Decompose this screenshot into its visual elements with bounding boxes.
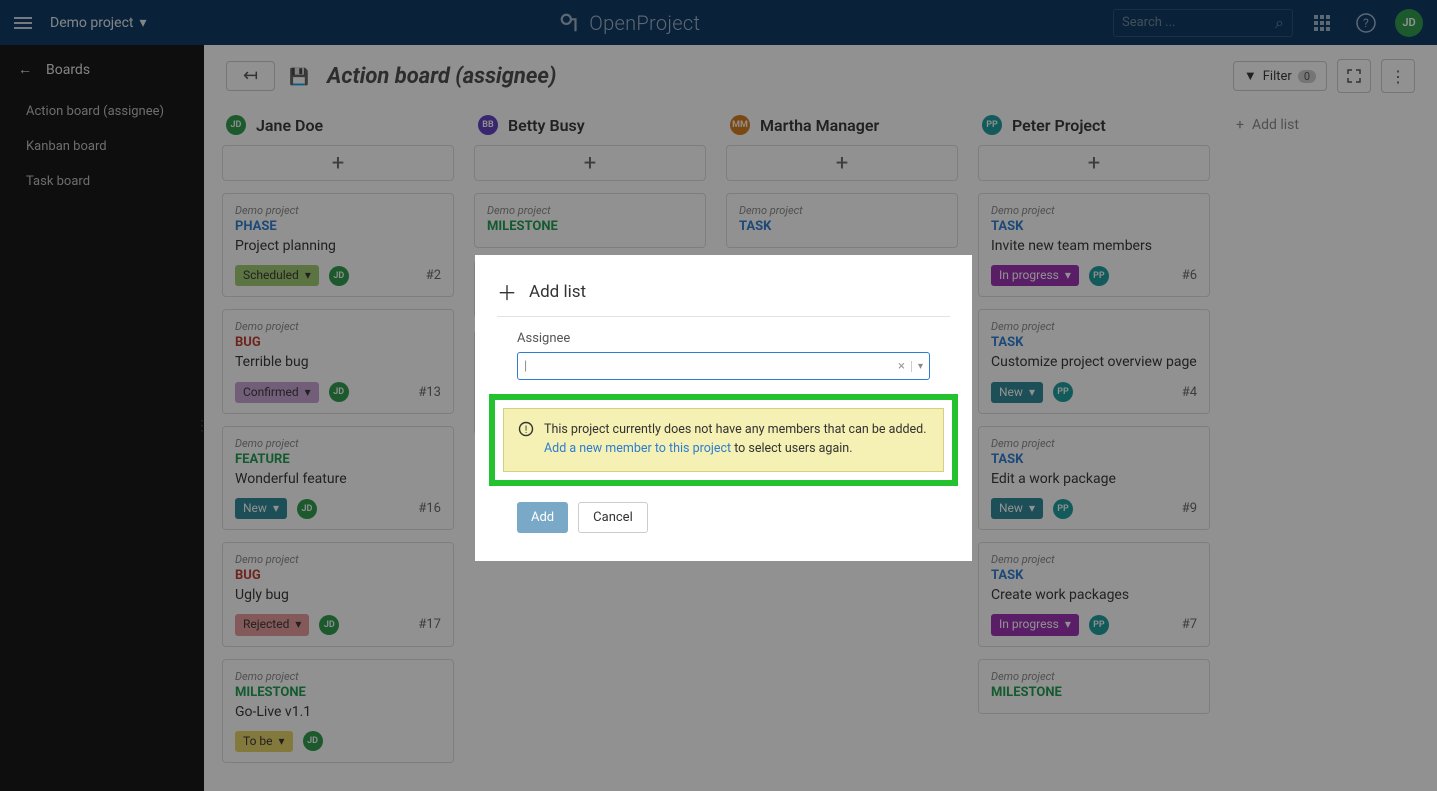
svg-text:!: ! xyxy=(525,425,528,436)
warning-text: This project currently does not have any… xyxy=(544,422,927,437)
info-icon: ! xyxy=(518,421,534,459)
warning-banner: ! This project currently does not have a… xyxy=(503,408,944,472)
assignee-select[interactable]: | × ▾ xyxy=(517,352,930,380)
cancel-button[interactable]: Cancel xyxy=(578,502,648,533)
assignee-label: Assignee xyxy=(517,331,930,346)
chevron-down-icon[interactable]: ▾ xyxy=(911,361,923,372)
add-member-link[interactable]: Add a new member to this project xyxy=(544,441,731,456)
add-list-modal: ＋ Add list Assignee | × ▾ ! This project… xyxy=(475,255,972,561)
modal-title: Add list xyxy=(529,282,586,302)
add-button[interactable]: Add xyxy=(517,502,568,533)
plus-icon: ＋ xyxy=(497,277,517,306)
text-cursor: | xyxy=(524,359,892,374)
callout-highlight: ! This project currently does not have a… xyxy=(489,394,958,486)
modal-header: ＋ Add list xyxy=(497,277,950,317)
warning-text-2: to select users again. xyxy=(731,441,852,456)
clear-icon[interactable]: × xyxy=(898,359,905,374)
